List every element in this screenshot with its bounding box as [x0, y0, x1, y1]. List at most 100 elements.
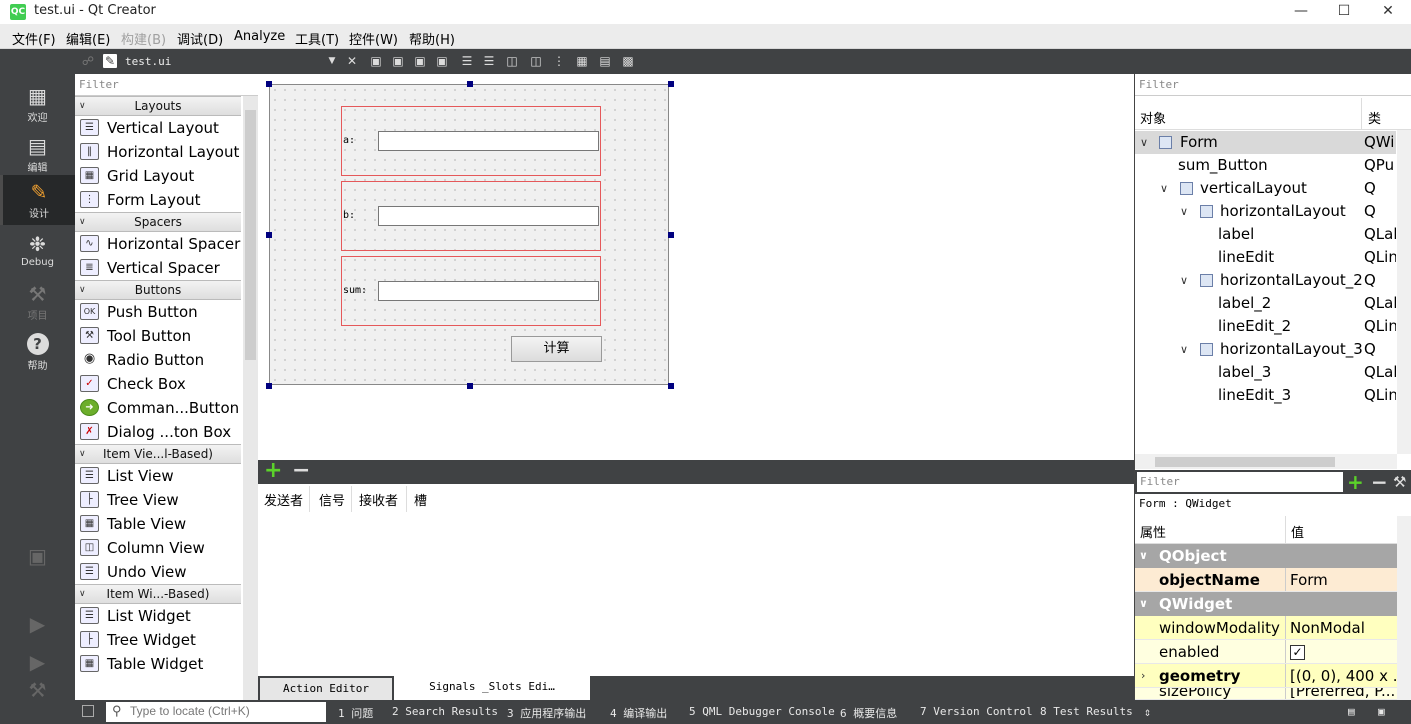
close-icon[interactable]: ✕ — [1366, 0, 1410, 24]
menu-widgets[interactable]: 控件(W) — [349, 29, 398, 48]
resize-handle[interactable] — [266, 383, 272, 389]
sum-button[interactable]: 计算 — [511, 336, 602, 362]
mode-design[interactable]: ✎ 设计 — [0, 175, 75, 225]
resize-handle[interactable] — [668, 232, 674, 238]
mode-edit[interactable]: ▤ 编辑 — [0, 129, 75, 179]
object-inspector-hscrollbar[interactable] — [1135, 454, 1397, 469]
property-scrollbar[interactable] — [1397, 516, 1411, 700]
menu-help[interactable]: 帮助(H) — [409, 29, 455, 48]
tree-row[interactable]: ∨ horizontalLayout Q — [1135, 200, 1396, 223]
form-label[interactable]: b: — [343, 210, 355, 221]
widget-radio-button[interactable]: ◉ Radio Button — [75, 348, 241, 372]
object-filter-input[interactable]: Filter — [1135, 74, 1411, 96]
column-header-slot[interactable]: 槽 — [414, 490, 427, 509]
open-document-name[interactable]: test.ui — [125, 55, 171, 68]
horizontal-layout-3[interactable]: sum: — [341, 256, 601, 326]
property-row[interactable]: enabled ✓ — [1135, 640, 1397, 664]
property-value[interactable]: ✓ — [1285, 640, 1397, 663]
resize-handle[interactable] — [467, 81, 473, 87]
layout-vertical-icon[interactable]: ☰ — [482, 54, 496, 68]
minimize-icon[interactable]: — — [1279, 0, 1323, 24]
add-icon[interactable]: + — [264, 460, 282, 482]
horizontal-layout-2[interactable]: b: — [341, 181, 601, 251]
tree-row[interactable]: ∨ horizontalLayout_2 Q — [1135, 269, 1396, 292]
property-row[interactable]: sizePolicy [Preferred, P... — [1135, 688, 1397, 700]
toggle-output-icon[interactable]: ▣ — [1378, 705, 1385, 718]
category-item-views[interactable]: ∨ Item Vie...l-Based) — [75, 444, 241, 464]
layout-v-splitter-icon[interactable]: ◫ — [529, 54, 543, 68]
layout-h-splitter-icon[interactable]: ◫ — [505, 54, 519, 68]
menu-edit[interactable]: 编辑(E) — [66, 29, 110, 48]
column-header-signal[interactable]: 信号 — [319, 490, 345, 509]
resize-handle[interactable] — [266, 232, 272, 238]
kit-selector[interactable]: ▣ — [0, 539, 75, 569]
run-button[interactable]: ▶ — [0, 607, 75, 637]
widget-undo-view[interactable]: ☰ Undo View — [75, 560, 241, 584]
form-widget[interactable]: a: b: sum: 计算 — [269, 84, 669, 385]
resize-handle[interactable] — [668, 81, 674, 87]
line-edit[interactable] — [378, 281, 599, 301]
property-group-qobject[interactable]: ∨ QObject — [1135, 544, 1397, 568]
column-header-class[interactable]: 类 — [1368, 108, 1381, 127]
widget-tree-view[interactable]: ├ Tree View — [75, 488, 241, 512]
menu-build[interactable]: 构建(B) — [121, 29, 166, 48]
tree-row[interactable]: ∨ horizontalLayout_3 Q — [1135, 338, 1396, 361]
expand-icon[interactable]: ∨ — [1180, 269, 1188, 292]
layout-form-icon[interactable]: ⋮ — [552, 54, 566, 68]
tree-row[interactable]: ∨ verticalLayout Q — [1135, 177, 1396, 200]
widget-list-view[interactable]: ☰ List View — [75, 464, 241, 488]
widget-filter-input[interactable]: Filter — [75, 74, 258, 96]
chevron-right-icon[interactable]: › — [1141, 664, 1145, 687]
widget-grid-layout[interactable]: ▦ Grid Layout — [75, 164, 241, 188]
category-item-widgets[interactable]: ∨ Item Wi...-Based) — [75, 584, 241, 604]
resize-handle[interactable] — [668, 383, 674, 389]
category-spacers[interactable]: ∨ Spacers — [75, 212, 241, 232]
resize-handle[interactable] — [467, 383, 473, 389]
mode-debug[interactable]: ❉ Debug — [0, 227, 75, 277]
widget-tool-button[interactable]: ⚒ Tool Button — [75, 324, 241, 348]
widget-form-layout[interactable]: ⋮ Form Layout — [75, 188, 241, 212]
output-pane-issues[interactable]: 1 问题 — [338, 705, 373, 721]
tree-row[interactable]: lineEdit QLin — [1135, 246, 1396, 269]
menu-analyze[interactable]: Analyze — [234, 29, 285, 44]
property-row[interactable]: objectName Form — [1135, 568, 1397, 592]
widget-dialog-button-box[interactable]: ✗ Dialog ...ton Box — [75, 420, 241, 444]
tree-row-form[interactable]: ∨ Form QWi — [1135, 131, 1396, 154]
property-value[interactable]: Form — [1285, 568, 1397, 591]
menu-debug[interactable]: 调试(D) — [177, 29, 223, 48]
property-value[interactable]: [(0, 0), 400 x ... — [1285, 664, 1397, 687]
tree-row[interactable]: lineEdit_2 QLin — [1135, 315, 1396, 338]
tree-row[interactable]: label QLab — [1135, 223, 1396, 246]
mode-projects[interactable]: ⚒ 项目 — [0, 277, 75, 327]
output-pane-application-output[interactable]: 3 应用程序输出 — [507, 705, 586, 721]
add-dynamic-property-icon[interactable]: + — [1347, 470, 1364, 494]
close-document-icon[interactable]: ✕ — [345, 54, 359, 68]
output-pane-qml-debugger[interactable]: 5 QML Debugger Console — [689, 705, 835, 718]
layout-grid-icon[interactable]: ▦ — [575, 54, 589, 68]
output-pane-version-control[interactable]: 7 Version Control — [920, 705, 1033, 718]
property-filter-input[interactable]: Filter — [1137, 472, 1343, 492]
column-header-object[interactable]: 对象 — [1140, 108, 1166, 127]
widget-vertical-layout[interactable]: ☰ Vertical Layout — [75, 116, 241, 140]
mode-welcome[interactable]: ▦ 欢迎 — [0, 79, 75, 129]
remove-property-icon[interactable]: − — [1371, 470, 1388, 494]
mode-help[interactable]: ? 帮助 — [0, 327, 75, 377]
column-header-value[interactable]: 值 — [1291, 522, 1304, 541]
expand-icon[interactable]: ∨ — [1180, 338, 1188, 361]
tree-row[interactable]: lineEdit_3 QLin — [1135, 384, 1396, 407]
column-header-sender[interactable]: 发送者 — [264, 490, 303, 509]
column-header-property[interactable]: 属性 — [1140, 522, 1166, 541]
widget-push-button[interactable]: OK Push Button — [75, 300, 241, 324]
tree-row[interactable]: label_2 QLab — [1135, 292, 1396, 315]
chevron-down-icon[interactable]: ▼ — [325, 54, 339, 68]
widget-column-view[interactable]: ◫ Column View — [75, 536, 241, 560]
break-layout-icon[interactable]: ▤ — [598, 54, 612, 68]
widget-table-view[interactable]: ▦ Table View — [75, 512, 241, 536]
menu-file[interactable]: 文件(F) — [12, 29, 56, 48]
tree-row[interactable]: sum_Button QPu — [1135, 154, 1396, 177]
property-group-qwidget[interactable]: ∨ QWidget — [1135, 592, 1397, 616]
maximize-icon[interactable]: ☐ — [1322, 0, 1366, 24]
tab-action-editor[interactable]: Action Editor — [260, 678, 392, 700]
form-label[interactable]: sum: — [343, 285, 367, 296]
line-edit[interactable] — [378, 206, 599, 226]
